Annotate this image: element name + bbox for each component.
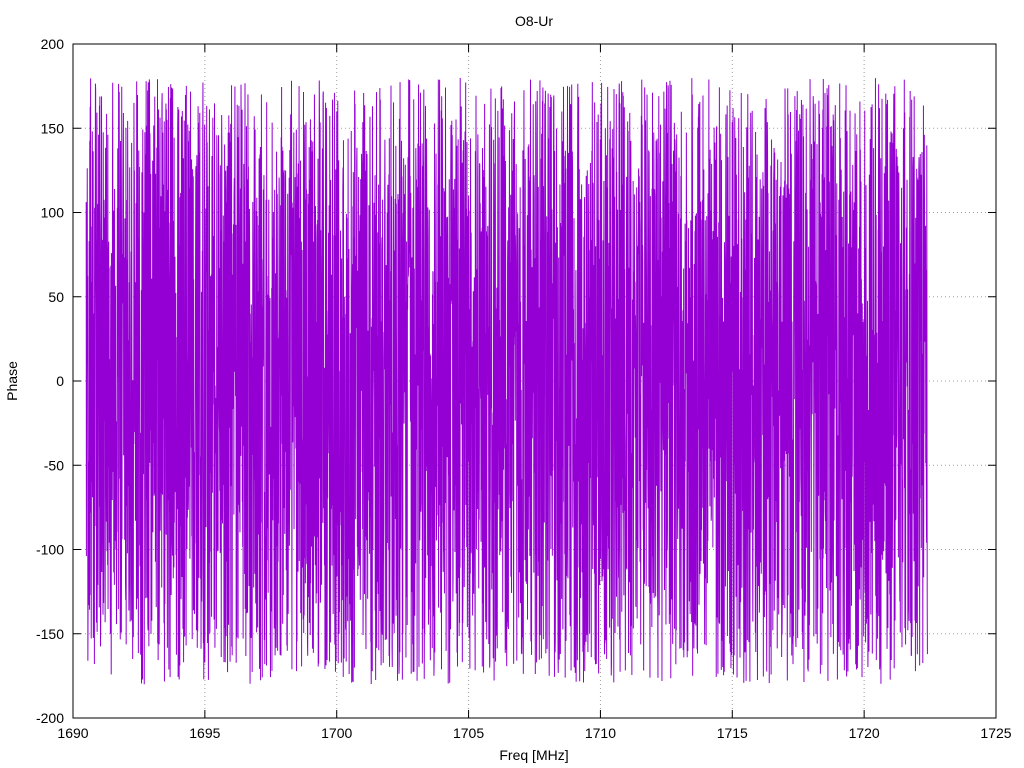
y-tick-label: -50	[44, 457, 64, 473]
x-tick-label: 1715	[717, 725, 748, 741]
chart-container: 1690 1695 1700 1705 1710 1715 1720 1725 -200 -150…	[0, 0, 1024, 768]
y-tick-label: 100	[41, 205, 65, 221]
y-tick-label: -100	[36, 542, 64, 558]
y-tick-label: -150	[36, 626, 64, 642]
phase-chart: 1690 1695 1700 1705 1710 1715 1720 1725 -200 -150…	[0, 0, 1024, 768]
x-tick-label: 1705	[453, 725, 484, 741]
y-tick-label: 0	[56, 373, 64, 389]
x-tick-label: 1720	[849, 725, 880, 741]
y-tick-label: 50	[48, 289, 64, 305]
chart-title: O8-Ur	[515, 13, 553, 29]
x-tick-label: 1695	[189, 725, 220, 741]
y-axis-label: Phase	[4, 361, 20, 401]
y-tick-label: -200	[36, 710, 64, 726]
x-tick-label: 1700	[321, 725, 352, 741]
x-tick-label: 1690	[57, 725, 88, 741]
x-tick-label: 1725	[980, 725, 1011, 741]
x-tick-label: 1710	[585, 725, 616, 741]
x-axis-label: Freq [MHz]	[499, 747, 568, 763]
y-tick-label: 150	[41, 120, 65, 136]
y-tick-label: 200	[41, 36, 65, 52]
